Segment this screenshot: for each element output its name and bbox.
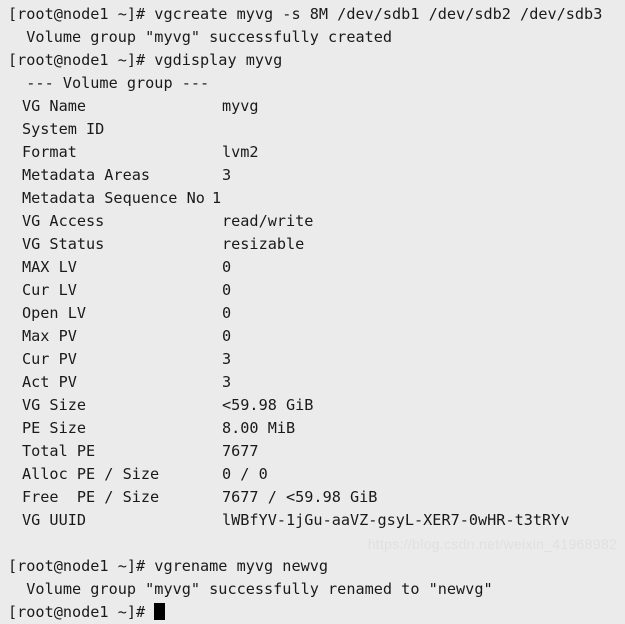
command-line-vgrename: [root@node1 ~]# vgrename myvg newvg [8,557,329,575]
vgdisplay-field-key: MAX LV [22,258,77,276]
vgdisplay-field-key: Free PE / Size [22,488,160,506]
vgdisplay-field-value: resizable [222,235,305,253]
vgdisplay-field-key: Max PV [22,327,77,345]
vgdisplay-row: Max PV 0 [0,325,625,348]
vgdisplay-row: Cur LV 0 [0,279,625,302]
vgdisplay-field-value: 7677 [222,442,259,460]
command-line-vgdisplay: [root@node1 ~]# vgdisplay myvg [8,51,283,69]
vgdisplay-row: Alloc PE / Size 0 / 0 [0,463,625,486]
vgdisplay-field-key: Cur PV [22,350,77,368]
vgdisplay-field-value: 3 [222,166,232,184]
vgdisplay-field-key: VG Access [22,212,105,230]
vgdisplay-row: Open LV 0 [0,302,625,325]
vgdisplay-row: MAX LV 0 [0,256,625,279]
vgdisplay-field-value: myvg [222,97,259,115]
vgdisplay-row: PE Size 8.00 MiB [0,417,625,440]
vgdisplay-row: Act PV 3 [0,371,625,394]
output-line-vgrename: Volume group "myvg" successfully renamed… [8,580,493,598]
watermark: https://blog.csdn.net/weixin_41968982 [367,536,617,552]
vgdisplay-field-key: VG UUID [22,511,87,529]
vgdisplay-row: Format lvm2 [0,141,625,164]
vgdisplay-row: Cur PV 3 [0,348,625,371]
command-line-active[interactable]: [root@node1 ~]# [0,601,625,624]
vgdisplay-field-value: 3 [222,373,232,391]
vgdisplay-field-value: 3 [222,350,232,368]
vgdisplay-field-key: VG Status [22,235,105,253]
command-line-vgcreate: [root@node1 ~]# vgcreate myvg -s 8M /dev… [8,5,603,23]
prompt-text: [root@node1 ~]# [8,603,155,621]
vgdisplay-field-value: 0 [222,281,232,299]
vgdisplay-field-value: lWBfYV-1jGu-aaVZ-gsyL-XER7-0wHR-t3tRYv [222,511,570,529]
terminal-window[interactable]: [root@node1 ~]# vgcreate myvg -s 8M /dev… [0,0,625,621]
vgdisplay-field-key: Metadata Areas [22,166,151,184]
vgdisplay-field-key: Metadata Sequence No [22,189,205,207]
vgdisplay-field-value: 0 [222,327,232,345]
vgdisplay-field-key: Format [22,143,77,161]
vgdisplay-field-value: 8.00 MiB [222,419,296,437]
vgdisplay-row: VG Status resizable [0,233,625,256]
vgdisplay-field-key: Act PV [22,373,77,391]
vgdisplay-row: Metadata Sequence No 1 [0,187,625,210]
vgdisplay-header: --- Volume group --- [8,74,210,92]
terminal-screen: [root@node1 ~]# vgcreate myvg -s 8M /dev… [0,3,625,624]
vgdisplay-row: Metadata Areas 3 [0,164,625,187]
vgdisplay-field-key: Cur LV [22,281,77,299]
output-line-vgcreate: Volume group "myvg" successfully created [8,28,393,46]
vgdisplay-field-key: VG Name [22,97,87,115]
vgdisplay-field-key: Total PE [22,442,96,460]
vgdisplay-field-value: 0 [222,304,232,322]
vgdisplay-field-key: Open LV [22,304,87,322]
vgdisplay-field-key: System ID [22,120,105,138]
vgdisplay-field-value: 1 [212,189,222,207]
vgdisplay-field-value: 7677 / <59.98 GiB [222,488,378,506]
vgdisplay-row: System ID [0,118,625,141]
vgdisplay-row: VG Name myvg [0,95,625,118]
vgdisplay-field-value: read/write [222,212,314,230]
vgdisplay-field-value: 0 / 0 [222,465,268,483]
vgdisplay-row: VG Access read/write [0,210,625,233]
vgdisplay-field-value: lvm2 [222,143,259,161]
vgdisplay-field-key: VG Size [22,396,87,414]
text-cursor [154,603,166,620]
vgdisplay-row: VG UUID lWBfYV-1jGu-aaVZ-gsyL-XER7-0wHR-t… [0,509,625,532]
vgdisplay-field-key: PE Size [22,419,87,437]
vgdisplay-row: Free PE / Size 7677 / <59.98 GiB [0,486,625,509]
vgdisplay-row: Total PE 7677 [0,440,625,463]
vgdisplay-field-value: 0 [222,258,232,276]
vgdisplay-field-key: Alloc PE / Size [22,465,160,483]
vgdisplay-field-list: VG Name myvg System ID Format lvm2 Metadata A… [0,95,625,532]
vgdisplay-row: VG Size <59.98 GiB [0,394,625,417]
vgdisplay-field-value: <59.98 GiB [222,396,314,414]
